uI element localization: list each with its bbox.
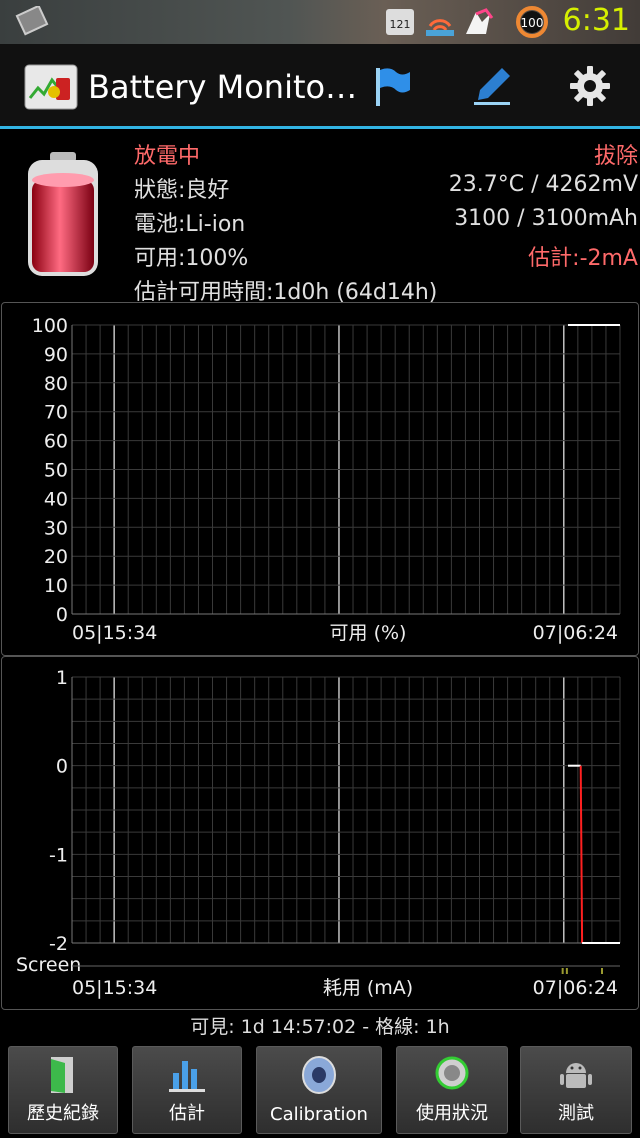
current-x-axis-title: 耗用 (mA) [323, 977, 413, 999]
usage-label: 使用狀況 [416, 1103, 488, 1124]
visible-range-label: 可見: 1d 14:57:02 - 格線: 1h [190, 1016, 450, 1038]
available-y-tick-label: 0 [56, 604, 68, 626]
current-series-line [579, 765, 584, 944]
estimated-current: 估計:-2mA [528, 246, 638, 271]
available-percent: 可用:100% [134, 246, 249, 271]
available-y-tick-label: 100 [32, 315, 68, 337]
available-y-tick-label: 20 [44, 546, 68, 568]
estimate-button[interactable]: 估計 [132, 1046, 242, 1134]
svg-text:121: 121 [390, 18, 411, 31]
available-y-tick-label: 60 [44, 431, 68, 453]
usage-button[interactable]: 使用狀況 [396, 1046, 508, 1134]
test-button[interactable]: 測試 [520, 1046, 632, 1134]
bar-chart-icon [169, 1061, 205, 1092]
pony-icon [466, 12, 490, 34]
estimate-label: 估計 [169, 1103, 205, 1124]
current-x-end-label: 07|06:24 [533, 977, 618, 999]
health-status: 狀態:良好 [134, 178, 230, 203]
current-y-tick-label: -1 [49, 844, 68, 866]
available-y-tick-label: 80 [44, 373, 68, 395]
current-chart[interactable]: 1 0 -1 -2 05|15:34 耗用 (mA) 07|06:24 Screen [1, 656, 639, 1010]
calibration-disc-icon [302, 1056, 336, 1094]
available-y-tick-label: 30 [44, 517, 68, 539]
available-chart-svg: 100908070605040302010005|15:34 可用 (%) 07|0… [32, 315, 621, 644]
current-x-start-label: 05|15:34 [72, 977, 157, 999]
status-icons: 121 100 [386, 6, 548, 38]
available-y-tick-label: 40 [44, 488, 68, 510]
battery-info-panel: 放電中 拔除 狀態:良好 23.7°C / 4262mV 電池:Li-ion 3… [0, 130, 640, 305]
svg-text:100: 100 [521, 16, 544, 30]
app-icon[interactable] [24, 64, 78, 110]
current-chart-svg: 1 0 -1 -205|15:34 耗用 (mA) 07|06:24 Screen [16, 667, 621, 999]
current-y-tick-label: 0 [56, 756, 68, 778]
status-bar: 121 100 6:31 [0, 0, 640, 44]
available-y-tick-label: 10 [44, 575, 68, 597]
current-y-tick-label: 1 [56, 667, 68, 689]
history-label: 歷史紀錄 [27, 1103, 99, 1124]
available-chart[interactable]: 100 90 80 70 60 50 40 30 20 10 0 05|15:34 可用 (%) 07|0… [1, 302, 639, 656]
history-button[interactable]: 歷史紀錄 [8, 1046, 118, 1134]
android-icon [560, 1063, 592, 1088]
available-x-axis-title: 可用 (%) [330, 622, 407, 644]
current-screen-label: Screen [16, 954, 81, 976]
battery-chemistry: 電池:Li-ion [134, 212, 246, 237]
pen-icon[interactable] [468, 62, 516, 110]
available-x-end-label: 07|06:24 [533, 622, 618, 644]
temp-voltage: 23.7°C / 4262mV [448, 172, 638, 197]
action-bar-divider [0, 126, 640, 129]
action-bar: Battery Monito… [0, 44, 640, 128]
clock: 6:31 [562, 3, 630, 38]
battery-icon [28, 152, 98, 276]
current-y-tick-label: -2 [49, 933, 68, 955]
gear-icon[interactable] [566, 62, 614, 110]
test-label: 測試 [558, 1103, 594, 1124]
notification-icon [15, 6, 49, 36]
app-title: Battery Monito… [88, 68, 358, 106]
plug-state: 拔除 [593, 144, 638, 169]
calibration-label: Calibration [270, 1104, 368, 1125]
bottom-bar: 歷史紀錄 估計 Calibration 使用狀況 測試 [0, 1040, 640, 1138]
available-y-tick-label: 70 [44, 402, 68, 424]
charge-state: 放電中 [134, 144, 201, 169]
calibration-button[interactable]: Calibration [256, 1046, 382, 1134]
flag-icon[interactable] [368, 62, 416, 110]
available-x-start-label: 05|15:34 [72, 622, 157, 644]
available-y-tick-label: 50 [44, 460, 68, 482]
battery-capacity: 3100 / 3100mAh [454, 206, 638, 231]
door-icon [51, 1057, 73, 1093]
usage-magnifier-icon [435, 1056, 469, 1090]
available-y-tick-label: 90 [44, 344, 68, 366]
